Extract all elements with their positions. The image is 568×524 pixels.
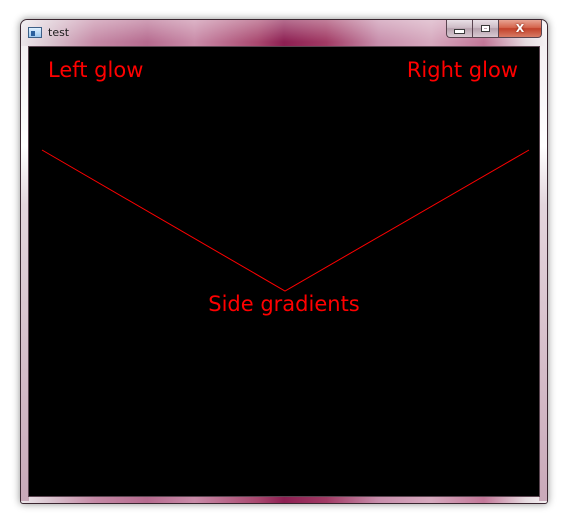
client-area: Left glow Right glow Side gradients (28, 46, 540, 497)
minimize-icon (454, 29, 465, 34)
side-gradients-label: Side gradients (208, 292, 360, 316)
right-glow-label: Right glow (406, 58, 518, 82)
left-glow-label: Left glow (48, 58, 144, 82)
right-frame-glow (539, 46, 547, 501)
caption-buttons: X (446, 20, 542, 39)
canvas-drawing (41, 149, 530, 292)
maximize-button[interactable] (472, 20, 498, 38)
close-button[interactable]: X (498, 20, 542, 38)
app-window-icon[interactable] (28, 27, 42, 38)
minimize-button[interactable] (446, 20, 472, 38)
window-title: test (48, 26, 70, 39)
maximize-icon (481, 25, 490, 32)
close-icon: X (515, 22, 525, 35)
title-bar[interactable]: test X (21, 20, 547, 46)
v-shaped-line (41, 149, 530, 292)
app-window: test X Left glow Right glow Side gradien… (20, 19, 548, 504)
